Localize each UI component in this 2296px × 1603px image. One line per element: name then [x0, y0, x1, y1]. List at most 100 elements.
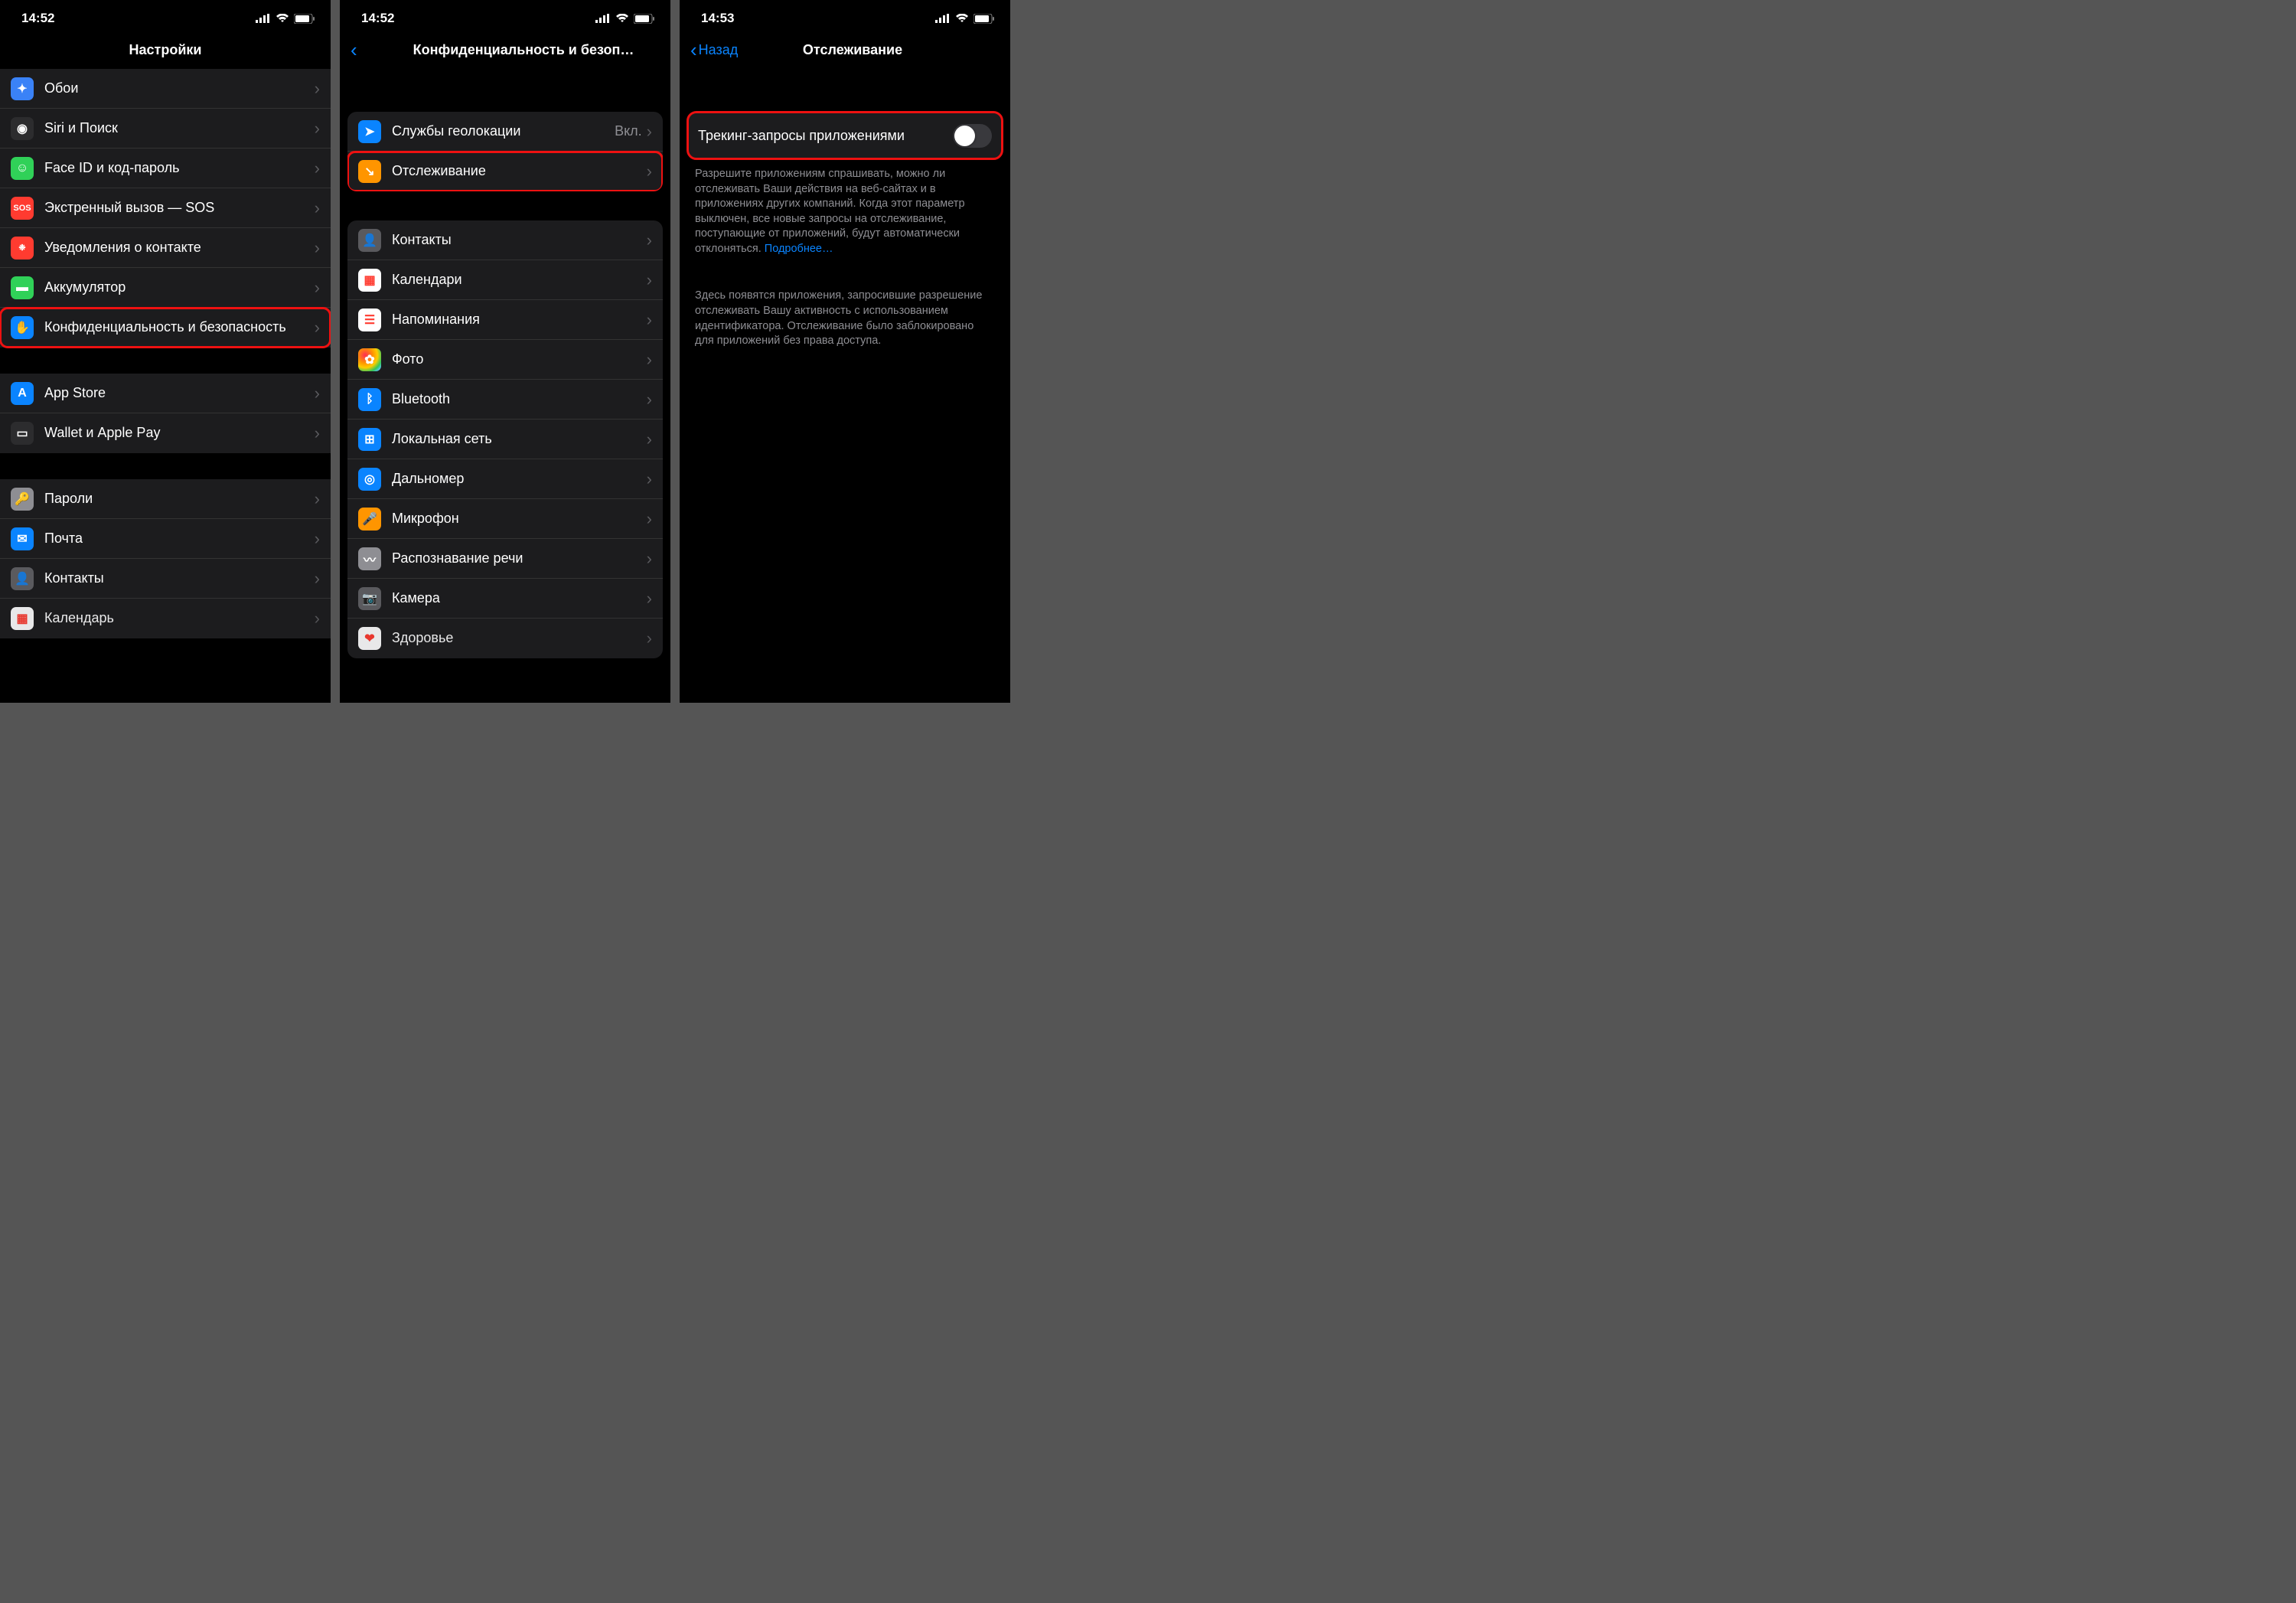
chevron-right-icon: › — [647, 431, 652, 448]
wallet-icon: ▭ — [11, 422, 34, 445]
settings-row[interactable]: SOSЭкстренный вызов — SOS› — [0, 188, 331, 228]
settings-row[interactable]: ◉Siri и Поиск› — [0, 109, 331, 149]
row-label: Здоровье — [392, 630, 647, 647]
settings-row[interactable]: ➤Службы геолокацииВкл.› — [347, 112, 663, 152]
row-label: Календарь — [44, 610, 315, 627]
chevron-right-icon: › — [315, 80, 320, 97]
cellular-icon — [595, 14, 611, 23]
settings-row[interactable]: ✉Почта› — [0, 519, 331, 559]
settings-row[interactable]: ☺Face ID и код-пароль› — [0, 149, 331, 188]
settings-row[interactable]: ⊞Локальная сеть› — [347, 420, 663, 459]
chevron-right-icon: › — [315, 120, 320, 137]
row-label: Фото — [392, 351, 647, 368]
chevron-right-icon: › — [315, 385, 320, 402]
row-label: Контакты — [44, 570, 315, 587]
chevron-right-icon: › — [315, 319, 320, 336]
status-bar: 14:53 — [680, 0, 1010, 34]
settings-row[interactable]: ▭ Wallet и Apple Pay› — [0, 413, 331, 453]
row-label: Микрофон — [392, 511, 647, 527]
row-label: Службы геолокации — [392, 123, 615, 140]
settings-row[interactable]: 📷Камера› — [347, 579, 663, 619]
passwords-icon: 🔑 — [11, 488, 34, 511]
chevron-left-icon: ‹ — [690, 40, 697, 60]
nav-header: ‹ Назад Отслеживание — [680, 34, 1010, 69]
row-label: Siri и Поиск — [44, 120, 315, 137]
settings-row[interactable]: ▦Календарь› — [0, 599, 331, 638]
chevron-right-icon: › — [647, 471, 652, 488]
settings-row[interactable]: ❤Здоровье› — [347, 619, 663, 658]
row-label: Wallet и Apple Pay — [44, 425, 315, 442]
settings-row[interactable]: 🔑Пароли› — [0, 479, 331, 519]
chevron-right-icon: › — [315, 240, 320, 256]
row-label: Face ID и код-пароль — [44, 160, 315, 177]
row-label: Обои — [44, 80, 315, 97]
settings-row[interactable]: ✋Конфиденциальность и безопасность› — [0, 308, 331, 348]
cellular-icon — [935, 14, 951, 23]
battery-icon — [634, 14, 655, 24]
settings-row[interactable]: ᛒBluetooth› — [347, 380, 663, 420]
camera-row-icon: 📷 — [358, 587, 381, 610]
settings-row[interactable]: 👤Контакты› — [0, 559, 331, 599]
settings-row[interactable]: ↘Отслеживание› — [347, 152, 663, 191]
screen-privacy: 14:52 ‹ Конфиденциальность и безоп… ➤Слу… — [340, 0, 670, 703]
chevron-right-icon: › — [647, 123, 652, 140]
settings-row[interactable]: ☰Напоминания› — [347, 300, 663, 340]
status-time: 14:52 — [21, 11, 54, 26]
status-bar: 14:52 — [340, 0, 670, 34]
chevron-right-icon: › — [647, 630, 652, 647]
settings-row[interactable]: ▬Аккумулятор› — [0, 268, 331, 308]
row-label: Камера — [392, 590, 647, 607]
settings-row[interactable]: ✦Обои› — [0, 69, 331, 109]
chevron-right-icon: › — [647, 312, 652, 328]
chevron-right-icon: › — [647, 232, 652, 249]
photos-icon: ✿ — [358, 348, 381, 371]
reminders-icon: ☰ — [358, 309, 381, 331]
row-label: Конфиденциальность и безопасность — [44, 319, 315, 336]
screen-settings: 14:52 Настройки ✦Обои›◉Siri и Поиск›☺Fac… — [0, 0, 331, 703]
learn-more-link[interactable]: Подробнее… — [765, 243, 833, 255]
row-label: App Store — [44, 385, 315, 402]
cellular-icon — [256, 14, 271, 23]
back-button[interactable]: ‹ — [351, 40, 359, 60]
toggle-switch[interactable] — [953, 124, 992, 148]
status-indicators — [595, 14, 655, 24]
settings-row[interactable]: 👤Контакты› — [347, 220, 663, 260]
chevron-right-icon: › — [315, 200, 320, 217]
bluetooth-icon: ᛒ — [358, 388, 381, 411]
chevron-right-icon: › — [647, 272, 652, 289]
wifi-icon — [955, 14, 969, 23]
settings-row[interactable]: ❉Уведомления о контакте› — [0, 228, 331, 268]
chevron-right-icon: › — [315, 160, 320, 177]
chevron-right-icon: › — [315, 279, 320, 296]
appstore-icon: A — [11, 382, 34, 405]
tracking-description: Разрешите приложениям спрашивать, можно … — [680, 159, 1010, 256]
chevron-right-icon: › — [647, 163, 652, 180]
location-icon: ➤ — [358, 120, 381, 143]
chevron-right-icon: › — [315, 425, 320, 442]
status-bar: 14:52 — [0, 0, 331, 34]
chevron-right-icon: › — [647, 511, 652, 527]
row-label: Отслеживание — [392, 163, 647, 180]
back-label: Назад — [699, 42, 739, 58]
tracking-requests-toggle-row[interactable]: Трекинг-запросы приложениями — [687, 112, 1003, 159]
back-button[interactable]: ‹ Назад — [690, 40, 738, 60]
row-label: Аккумулятор — [44, 279, 315, 296]
settings-row[interactable]: A App Store› — [0, 374, 331, 413]
settings-row[interactable]: ✿Фото› — [347, 340, 663, 380]
contacts-icon: 👤 — [11, 567, 34, 590]
row-label: Bluetooth — [392, 391, 647, 408]
row-label: Пароли — [44, 491, 315, 508]
switch-knob — [954, 126, 975, 146]
settings-row[interactable]: ▦Календари› — [347, 260, 663, 300]
nav-header: Настройки — [0, 34, 331, 69]
sos-icon: SOS — [11, 197, 34, 220]
wifi-icon — [276, 14, 289, 23]
wifi-icon — [615, 14, 629, 23]
settings-row[interactable]: 🎤Микрофон› — [347, 499, 663, 539]
settings-row[interactable]: ◎Дальномер› — [347, 459, 663, 499]
settings-row[interactable]: 〰Распознавание речи› — [347, 539, 663, 579]
battery-icon — [974, 14, 995, 24]
chevron-right-icon: › — [315, 610, 320, 627]
status-time: 14:53 — [701, 11, 734, 26]
status-indicators — [256, 14, 315, 24]
